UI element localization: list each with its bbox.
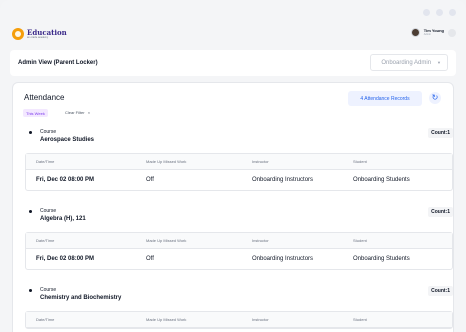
column-header[interactable]: Date/Time [36,317,54,322]
count-badge: Count:1 [428,128,453,138]
chevron-down-icon: ▼ [437,60,441,65]
table-header: Date/Time Made Up Missed Work Instructor… [26,154,452,170]
attendance-table: Date/Time Made Up Missed Work Instructor… [25,232,453,270]
logo-icon [12,28,24,40]
admin-view-title: Admin View (Parent Locker) [18,60,98,66]
window-dot[interactable] [436,9,443,16]
close-icon: × [87,110,91,115]
count-badge: Count:1 [428,286,453,296]
role-select[interactable]: Onboarding Admin ▼ [370,54,448,71]
cell-instructor: Onboarding Instructors [252,177,314,183]
column-header[interactable]: Date/Time [36,238,54,243]
clear-filter-label: Clear Filter [65,110,85,115]
cell-datetime: Fri, Dec 02 08:00 PM [36,256,95,262]
column-header[interactable]: Instructor [252,317,269,322]
attendance-table: Date/Time Made Up Missed Work Instructor… [25,153,453,191]
course-name: Algebra (H), 121 [40,216,86,222]
course-label: Course [40,287,57,293]
course-header[interactable]: Course Algebra (H), 121 Count:1 [25,206,453,226]
course-section: Course Aerospace Studies Count:1 Date/Ti… [25,127,453,191]
cell-made-up: Off [146,177,154,183]
column-header[interactable]: Student [353,317,367,322]
table-header: Date/Time Made Up Missed Work Instructor… [26,312,452,328]
attendance-panel: Attendance 4 Attendance Records ↻ This W… [12,82,454,332]
admin-bar: Admin View (Parent Locker) Onboarding Ad… [10,50,456,76]
course-section: Course Chemistry and Biochemistry Count:… [25,285,453,329]
column-header[interactable]: Date/Time [36,159,54,164]
column-header[interactable]: Made Up Missed Work [146,159,186,164]
attendance-records-label: 4 Attendance Records [360,95,410,102]
course-name: Chemistry and Biochemistry [40,295,122,301]
window-dot[interactable] [449,9,456,16]
column-header[interactable]: Made Up Missed Work [146,317,186,322]
bullet-icon [29,210,32,213]
logo-subtitle: an oracle academy [27,35,49,39]
clear-filter-button[interactable]: Clear Filter × [65,110,90,115]
top-bar: Education an oracle academy Tim Young Ad… [0,24,466,46]
bullet-icon [29,131,32,134]
column-header[interactable]: Student [353,238,367,243]
attendance-records-button[interactable]: 4 Attendance Records [348,91,422,106]
column-header[interactable]: Instructor [252,238,269,243]
filter-chip-label: This Week [26,110,45,116]
cell-datetime: Fri, Dec 02 08:00 PM [36,177,95,183]
column-header[interactable]: Instructor [252,159,269,164]
filter-chip-this-week[interactable]: This Week [23,109,48,117]
table-header: Date/Time Made Up Missed Work Instructor… [26,233,452,249]
cell-student: Onboarding Students [353,177,410,183]
refresh-icon[interactable]: ↻ [429,92,441,104]
window-controls [423,9,456,16]
role-select-value: Onboarding Admin [381,59,432,66]
attendance-title: Attendance [24,93,65,102]
course-label: Course [40,208,57,214]
cell-student: Onboarding Students [353,256,410,262]
course-header[interactable]: Course Aerospace Studies Count:1 [25,127,453,147]
course-section: Course Algebra (H), 121 Count:1 Date/Tim… [25,206,453,270]
cell-instructor: Onboarding Instructors [252,256,314,262]
count-badge: Count:1 [428,207,453,217]
logo-title: Education [27,27,67,37]
table-row[interactable]: Fri, Dec 02 08:00 PM Off Onboarding Inst… [26,249,452,269]
bullet-icon [29,289,32,292]
app-window: Education an oracle academy Tim Young Ad… [0,0,466,332]
user-menu-chevron-icon[interactable] [448,28,456,37]
user-menu[interactable]: Tim Young Admin [410,28,456,37]
cell-made-up: Off [146,256,154,262]
window-dot[interactable] [423,9,430,16]
course-name: Aerospace Studies [40,137,95,143]
avatar[interactable] [410,28,420,37]
table-row[interactable]: Fri, Dec 02 08:00 PM Off Onboarding Inst… [26,170,452,190]
user-role: Admin [423,32,431,36]
course-label: Course [40,129,57,135]
app-logo[interactable]: Education an oracle academy [12,28,67,40]
course-header[interactable]: Course Chemistry and Biochemistry Count:… [25,285,453,305]
column-header[interactable]: Made Up Missed Work [146,238,186,243]
attendance-table: Date/Time Made Up Missed Work Instructor… [25,311,453,329]
column-header[interactable]: Student [353,159,367,164]
